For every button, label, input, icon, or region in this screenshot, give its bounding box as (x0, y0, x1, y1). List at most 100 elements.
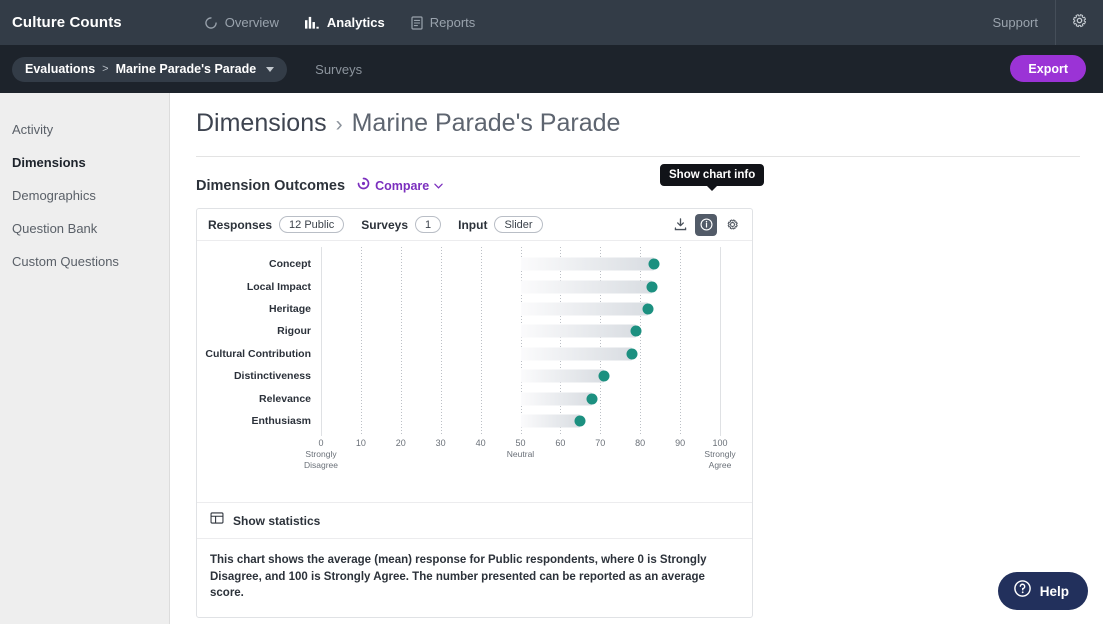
filter-chip-responses[interactable]: 12 Public (279, 216, 344, 233)
chart-tick-sublabel: Neutral (507, 449, 534, 460)
chart-axis-tick: 100StronglyAgree (704, 438, 735, 471)
filter-input: Input Slider (458, 216, 542, 233)
chart-gridline (521, 247, 522, 436)
chart-data-point[interactable] (631, 326, 642, 337)
chart-bar[interactable] (521, 370, 605, 383)
chart-axis-tick: 60 (555, 438, 565, 449)
chart-bar[interactable] (521, 280, 653, 293)
nav-item-reports[interactable]: Reports (411, 15, 476, 30)
page-body: Activity Dimensions Demographics Questio… (0, 93, 1103, 624)
export-button[interactable]: Export (1010, 55, 1086, 82)
download-icon[interactable] (669, 214, 691, 236)
breadcrumb[interactable]: Evaluations > Marine Parade's Parade (12, 57, 287, 82)
page-title: Dimensions › Marine Parade's Parade (196, 109, 1103, 138)
help-widget-button[interactable]: Help (998, 572, 1088, 610)
breadcrumb-bar: Evaluations > Marine Parade's Parade Sur… (0, 45, 1103, 93)
chart-gridline (560, 247, 561, 436)
filter-label-responses: Responses (208, 218, 272, 232)
chart-tick-sublabel: Strongly (704, 449, 735, 460)
chevron-down-icon[interactable] (266, 67, 274, 72)
nav-item-overview[interactable]: Overview (204, 15, 279, 30)
chart-axis-tick: 0StronglyDisagree (304, 438, 338, 471)
chart-gridline (321, 247, 322, 436)
chart-axis-tick: 80 (635, 438, 645, 449)
chart-axis-tick: 10 (356, 438, 366, 449)
filter-chip-surveys[interactable]: 1 (415, 216, 441, 233)
chart-data-point[interactable] (575, 416, 586, 427)
chart-tick-sublabel: Disagree (304, 460, 338, 471)
chart-data-point[interactable] (643, 304, 654, 315)
breadcrumb-root[interactable]: Evaluations (25, 62, 95, 76)
primary-nav: Overview Analytics Reports (204, 15, 476, 30)
nav-label-reports: Reports (430, 15, 476, 30)
chart-gridline (401, 247, 402, 436)
page-title-sub: Marine Parade's Parade (352, 109, 621, 138)
chart-tick-value: 100 (704, 438, 735, 449)
chart-tick-value: 90 (675, 438, 685, 449)
filter-label-input: Input (458, 218, 487, 232)
sidebar-item-custom-questions[interactable]: Custom Questions (0, 245, 169, 278)
chart-info-note: This chart shows the average (mean) resp… (197, 538, 752, 617)
support-link[interactable]: Support (992, 15, 1055, 30)
chart-category-label: Relevance (197, 393, 311, 405)
chevron-down-icon (434, 181, 443, 192)
filter-chip-input[interactable]: Slider (494, 216, 542, 233)
sidebar-item-dimensions[interactable]: Dimensions (0, 146, 169, 179)
filter-label-surveys: Surveys (361, 218, 408, 232)
chart-card-header: Responses 12 Public Surveys 1 Input Slid… (197, 209, 752, 241)
chart-data-point[interactable] (599, 371, 610, 382)
chart-bar[interactable] (521, 325, 637, 338)
help-label: Help (1040, 584, 1069, 599)
chart-data-point[interactable] (587, 393, 598, 404)
chart-axis-tick: 50Neutral (507, 438, 534, 460)
chart-gridline (481, 247, 482, 436)
chart-tick-value: 40 (476, 438, 486, 449)
chart-category-label: Local Impact (197, 281, 311, 293)
surveys-link[interactable]: Surveys (315, 62, 362, 77)
chart-tick-value: 30 (436, 438, 446, 449)
sidebar-item-activity[interactable]: Activity (0, 113, 169, 146)
nav-item-analytics[interactable]: Analytics (305, 15, 385, 30)
question-circle-icon (1013, 579, 1032, 603)
compare-dropdown[interactable]: Compare (357, 177, 443, 195)
show-statistics-row[interactable]: Show statistics (197, 502, 752, 538)
settings-button[interactable] (1056, 0, 1103, 45)
nav-label-analytics: Analytics (327, 15, 385, 30)
chart-bar[interactable] (521, 258, 655, 271)
chart-category-label: Rigour (197, 325, 311, 337)
compare-circle-icon (357, 177, 370, 195)
chart-data-point[interactable] (647, 281, 658, 292)
chart-data-point[interactable] (649, 259, 660, 270)
info-icon[interactable] (695, 214, 717, 236)
sidebar-item-demographics[interactable]: Demographics (0, 179, 169, 212)
chart-data-point[interactable] (627, 348, 638, 359)
chart-gridline (720, 247, 721, 436)
chart-tick-value: 50 (507, 438, 534, 449)
filter-responses: Responses 12 Public (208, 216, 344, 233)
title-divider (196, 156, 1080, 157)
chart-info-tooltip: Show chart info (660, 164, 764, 186)
chart-bar[interactable] (521, 303, 649, 316)
chart-bar[interactable] (521, 392, 593, 405)
table-icon (210, 511, 224, 530)
chart-tick-value: 10 (356, 438, 366, 449)
breadcrumb-current[interactable]: Marine Parade's Parade (116, 62, 257, 76)
top-right-controls: Support (992, 0, 1103, 45)
chart-tick-value: 70 (595, 438, 605, 449)
main-content: Dimensions › Marine Parade's Parade Dime… (170, 93, 1103, 624)
app-brand: Culture Counts (0, 14, 122, 31)
chart-axis-tick: 40 (476, 438, 486, 449)
chart-category-label: Cultural Contribution (197, 348, 311, 360)
sidebar-item-question-bank[interactable]: Question Bank (0, 212, 169, 245)
chart-bar[interactable] (521, 347, 633, 360)
page-title-main: Dimensions (196, 109, 327, 138)
chart-axis-tick: 30 (436, 438, 446, 449)
chart-bar[interactable] (521, 415, 581, 428)
sidebar: Activity Dimensions Demographics Questio… (0, 93, 170, 624)
filter-surveys: Surveys 1 (361, 216, 441, 233)
settings-gear-icon[interactable] (721, 214, 743, 236)
chart-category-label: Heritage (197, 303, 311, 315)
section-header: Dimension Outcomes Compare Show chart in… (196, 177, 1080, 195)
chart-tick-value: 80 (635, 438, 645, 449)
chart-axis-tick: 90 (675, 438, 685, 449)
